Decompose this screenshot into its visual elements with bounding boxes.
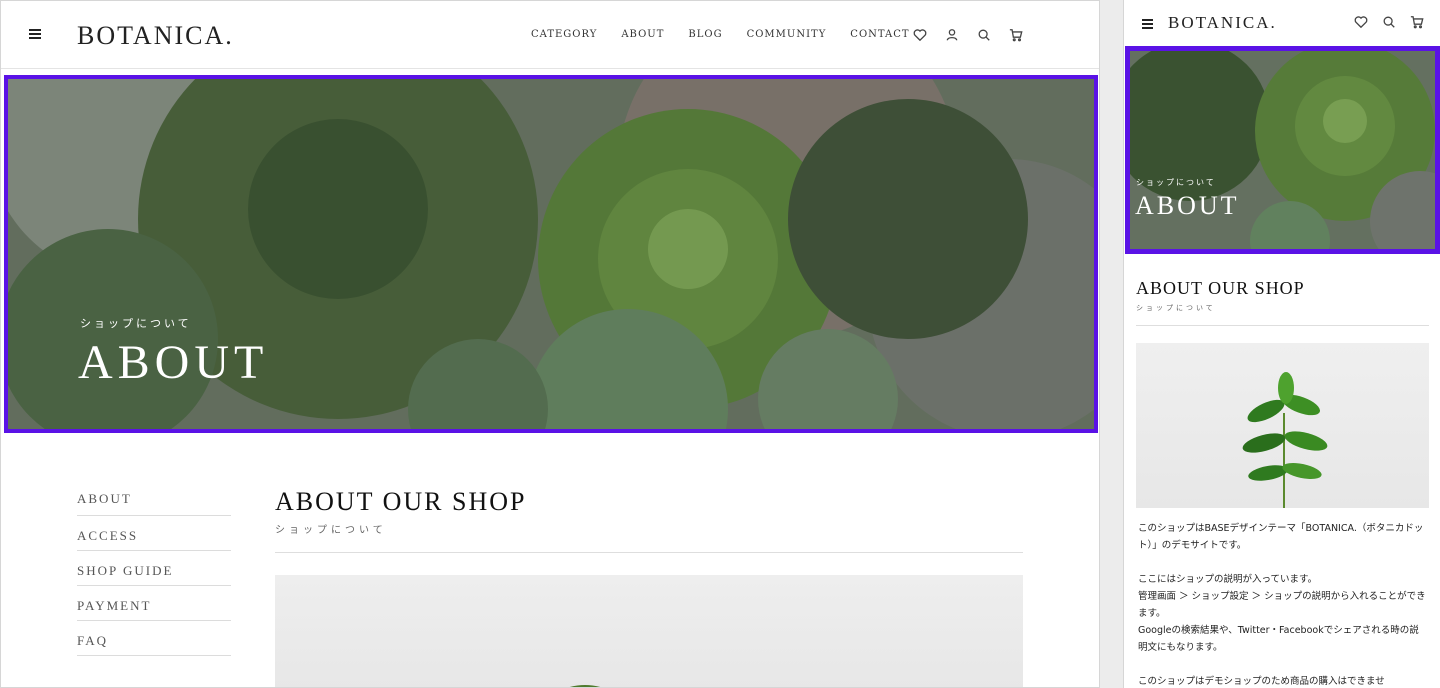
menu-icon[interactable] — [29, 27, 41, 41]
menu-icon[interactable] — [1142, 17, 1154, 29]
heart-icon[interactable] — [911, 27, 929, 43]
sidebar-item-faq[interactable]: FAQ — [77, 621, 231, 656]
nav-blog[interactable]: BLOG — [688, 29, 722, 40]
nav-category[interactable]: CATEGORY — [531, 29, 597, 40]
description-paragraph: Googleの検索結果や、Twitter・Facebookでシェアされる時の説明… — [1138, 625, 1419, 653]
main-content: ABOUT OUR SHOP ショップについて — [275, 487, 1023, 687]
cart-icon[interactable] — [1408, 14, 1426, 30]
sidebar-nav: ABOUT ACCESS SHOP GUIDE PAYMENT FAQ — [77, 481, 231, 656]
nav-community[interactable]: COMMUNITY — [747, 29, 827, 40]
header-icons — [911, 27, 1025, 43]
hero-subtitle: ショップについて — [80, 317, 192, 330]
hero-banner: ショップについて ABOUT — [1124, 46, 1440, 254]
page-title: ABOUT OUR SHOP — [1136, 278, 1305, 298]
page-subtitle: ショップについて — [275, 525, 387, 536]
hero-image: ショップについて ABOUT — [1125, 46, 1440, 254]
description-paragraph: このショップはデモショップのため商品の購入はできませ — [1138, 676, 1385, 687]
user-icon[interactable] — [943, 27, 961, 43]
page-subtitle: ショップについて — [1136, 304, 1216, 312]
hero-banner: ショップについて ABOUT — [1, 69, 1099, 437]
search-icon[interactable] — [975, 27, 993, 43]
heart-icon[interactable] — [1352, 14, 1370, 30]
site-header: BOTANICA. CATEGORY ABOUT BLOG COMMUNITY … — [1, 1, 1099, 69]
hero-title: ABOUT — [1135, 191, 1240, 220]
site-logo[interactable]: BOTANICA. — [77, 21, 234, 51]
header-icons — [1352, 14, 1426, 30]
sidebar-item-access[interactable]: ACCESS — [77, 516, 231, 551]
divider — [275, 552, 1023, 553]
sidebar-item-about[interactable]: ABOUT — [77, 481, 231, 516]
hero-image: ショップについて ABOUT — [4, 75, 1098, 433]
hero-title: ABOUT — [78, 336, 269, 389]
nav-contact[interactable]: CONTACT — [850, 29, 909, 40]
plant-photo — [1136, 343, 1429, 508]
shop-description: このショップはBASEデザインテーマ「BOTANICA.（ボタニカドット）」のデ… — [1138, 520, 1428, 688]
sidebar-item-payment[interactable]: PAYMENT — [77, 586, 231, 621]
description-paragraph: このショップはBASEデザインテーマ「BOTANICA.（ボタニカドット）」のデ… — [1138, 523, 1424, 551]
main-nav: CATEGORY ABOUT BLOG COMMUNITY CONTACT — [531, 29, 934, 40]
site-logo[interactable]: BOTANICA. — [1168, 13, 1277, 33]
divider — [1136, 325, 1429, 326]
sidebar-item-shop-guide[interactable]: SHOP GUIDE — [77, 551, 231, 586]
mobile-preview: BOTANICA. ショップについて ABOUT ABOUT OUR SHOP … — [1123, 0, 1440, 688]
description-paragraph: 管理画面 ＞ ショップ設定 ＞ ショップの説明から入れることができます。 — [1138, 591, 1426, 619]
nav-about[interactable]: ABOUT — [621, 29, 664, 40]
search-icon[interactable] — [1380, 14, 1398, 30]
desktop-preview: BOTANICA. CATEGORY ABOUT BLOG COMMUNITY … — [0, 0, 1100, 688]
cart-icon[interactable] — [1007, 27, 1025, 43]
hero-subtitle: ショップについて — [1136, 178, 1216, 187]
mobile-header: BOTANICA. — [1124, 0, 1440, 46]
description-paragraph: ここにはショップの説明が入っています。 — [1138, 574, 1318, 585]
page-title: ABOUT OUR SHOP — [275, 487, 527, 516]
plant-photo — [275, 575, 1023, 687]
